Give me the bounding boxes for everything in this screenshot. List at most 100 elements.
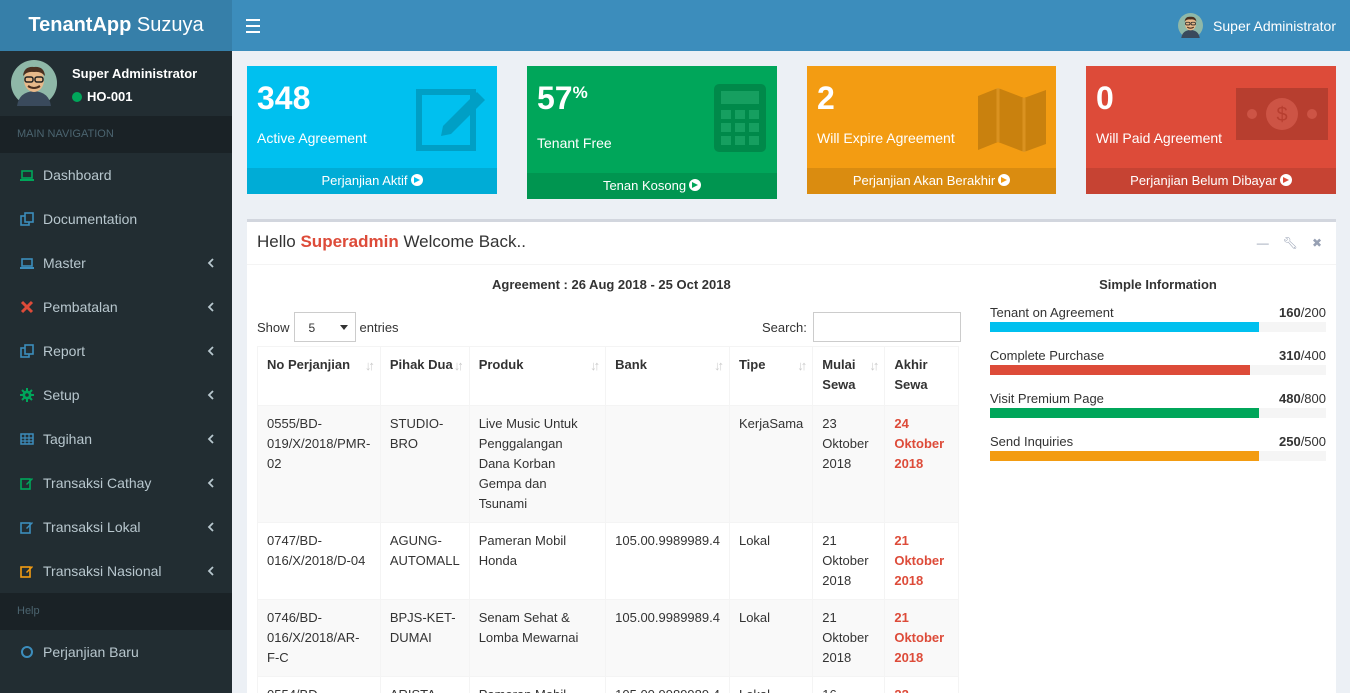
- table-cell: 16: [812, 676, 886, 693]
- sidebar-item-perjanjian-baru[interactable]: Perjanjian Baru: [0, 630, 232, 674]
- progress-group: Complete Purchase 310/400: [990, 348, 1326, 375]
- simple-information: Simple Information Tenant on Agreement 16…: [990, 277, 1326, 477]
- edit-icon: [20, 564, 34, 578]
- sidebar-item-pembatalan[interactable]: Pembatalan: [0, 285, 232, 329]
- column-header-akhir-sewa[interactable]: Akhir Sewa: [884, 346, 959, 406]
- table-row[interactable]: 0746/BD-016/X/2018/AR-F-C BPJS-KET-DUMAI S…: [257, 599, 959, 677]
- column-header-tipe[interactable]: Tipe ↓↑: [728, 346, 814, 406]
- nav-header-main: MAIN NAVIGATION: [0, 116, 232, 153]
- sidebar-item-transaksi-nasional[interactable]: Transaksi Nasional: [0, 549, 232, 593]
- laptop-icon: [20, 256, 34, 270]
- progress-fill: [990, 408, 1259, 418]
- sidebar-help-menu: Perjanjian Baru: [0, 630, 232, 674]
- sidebar-item-setup[interactable]: Setup: [0, 373, 232, 417]
- info-box-label: Tenant Free: [537, 135, 612, 151]
- sidebar-item-master[interactable]: Master: [0, 241, 232, 285]
- simple-info-title: Simple Information: [1099, 277, 1217, 292]
- brand-logo[interactable]: TenantApp Suzuya: [0, 0, 232, 51]
- column-header-pihak-dua[interactable]: Pihak Dua ↓↑: [379, 346, 470, 406]
- table-cell: Senam Sehat & Lomba Mewarnai: [468, 599, 607, 677]
- navbar-user-menu[interactable]: Super Administrator: [1178, 13, 1336, 38]
- progress-label: Send Inquiries: [990, 434, 1074, 449]
- entries-select[interactable]: 5: [293, 312, 356, 342]
- chevron-left-icon: [207, 389, 214, 403]
- avatar: [1178, 13, 1204, 38]
- info-box-more-link[interactable]: Perjanjian Belum Dibayar: [1086, 168, 1336, 194]
- table-row[interactable]: 0747/BD-016/X/2018/D-04 AGUNG-AUTOMALL Pam…: [257, 522, 959, 600]
- column-header-no-perjanjian[interactable]: No Perjanjian ↓↑: [257, 346, 381, 406]
- info-box-label: Will Expire Agreement: [817, 130, 955, 146]
- progress-label: Tenant on Agreement: [990, 305, 1114, 320]
- user-code: HO-001: [87, 89, 133, 104]
- clone-icon: [20, 212, 34, 226]
- sidebar-item-documentation[interactable]: Documentation: [0, 197, 232, 241]
- column-header-label: Tipe: [738, 357, 766, 372]
- top-navbar: Super Administrator: [232, 0, 1350, 51]
- info-box-more-link[interactable]: Tenan Kosong: [527, 173, 777, 199]
- table-icon: [20, 432, 34, 446]
- info-box-value: 57: [537, 80, 573, 116]
- table-row[interactable]: 0555/BD-019/X/2018/PMR-02 STUDIO-BRO Live …: [257, 405, 959, 523]
- close-icon[interactable]: ✖: [1312, 236, 1322, 250]
- sidebar-item-report[interactable]: Report: [0, 329, 232, 373]
- sidebar-item-transaksi-lokal[interactable]: Transaksi Lokal: [0, 505, 232, 549]
- sidebar-item-label: Pembatalan: [43, 299, 118, 315]
- column-header-label: Produk: [478, 357, 524, 372]
- welcome-suffix: Welcome Back..: [398, 232, 526, 251]
- sidebar-item-dashboard[interactable]: Dashboard: [0, 153, 232, 197]
- sidebar-item-tagihan[interactable]: Tagihan: [0, 417, 232, 461]
- info-box-will-expire-agreement: 2 Will Expire Agreement Perjanjian Akan Be…: [807, 66, 1056, 194]
- info-box-number: 0: [1096, 80, 1114, 117]
- info-box-more-link[interactable]: Perjanjian Akan Berakhir: [807, 168, 1056, 194]
- welcome-title: Hello Superadmin Welcome Back..: [257, 232, 526, 252]
- sort-icon: ↓↑: [713, 358, 724, 373]
- search-label: Search:: [762, 319, 807, 335]
- info-box-value: 0: [1096, 80, 1114, 116]
- sidebar-item-label: Transaksi Lokal: [43, 519, 141, 535]
- money-icon: $: [1236, 88, 1328, 143]
- sidebar-item-transaksi-cathay[interactable]: Transaksi Cathay: [0, 461, 232, 505]
- column-header-label: Pihak Dua: [389, 357, 453, 372]
- sort-icon: ↓↑: [590, 358, 600, 373]
- table-cell: 105.00.9989989.4: [605, 599, 730, 677]
- table-cell: ARISTA-: [379, 676, 470, 693]
- progress-total: /500: [1300, 434, 1326, 449]
- column-header-label: Bank: [615, 357, 647, 372]
- info-box-label: Active Agreement: [257, 130, 367, 146]
- table-cell: Pameran Mobil: [468, 676, 607, 693]
- progress-row: Send Inquiries 250/500: [990, 434, 1326, 449]
- table-cell: Pameran Mobil Honda: [468, 522, 607, 600]
- laptop-icon: [20, 168, 34, 182]
- entries-value: 5: [308, 321, 316, 335]
- user-status: HO-001: [72, 89, 133, 104]
- table-cell: AGUNG-AUTOMALL: [379, 522, 470, 600]
- table-row[interactable]: 0554/BD-ARISTA-Pameran Mobil105.00.99899…: [257, 676, 959, 693]
- table-cell: 105.00.9989989.4: [605, 676, 730, 693]
- nav-header-help: Help: [0, 593, 232, 630]
- search-input[interactable]: [812, 312, 961, 342]
- column-header-mulai-sewa[interactable]: Mulai Sewa ↓↑: [812, 346, 886, 406]
- table-cell: BPJS-KET-DUMAI: [379, 599, 470, 677]
- table-cell: 0746/BD-016/X/2018/AR-F-C: [257, 599, 381, 677]
- agreement-table: No Perjanjian ↓↑ Pihak Dua ↓↑ Produk ↓↑ Bank ↓↑…: [257, 346, 959, 693]
- sidebar-item-label: Documentation: [43, 211, 138, 227]
- sidebar-item-label: Master: [43, 255, 86, 271]
- column-header-label: Mulai Sewa: [822, 357, 856, 392]
- progress-number: 160: [1278, 305, 1301, 320]
- minimize-icon[interactable]: —: [1257, 236, 1269, 250]
- column-header-bank[interactable]: Bank ↓↑: [605, 346, 730, 406]
- progress-group: Visit Premium Page 480/800: [990, 391, 1326, 418]
- progress-row: Visit Premium Page 480/800: [990, 391, 1326, 406]
- show-label: Show: [257, 319, 290, 335]
- table-cell: KerjaSama: [728, 405, 814, 523]
- wrench-icon[interactable]: 🔧︎: [1283, 236, 1298, 250]
- table-cell: 21 Oktober 2018: [884, 522, 959, 600]
- table-cell: 0747/BD-016/X/2018/D-04: [257, 522, 381, 600]
- info-box-will-paid-agreement: 0 Will Paid Agreement $ Perjanjian Belum Di…: [1086, 66, 1336, 194]
- sort-icon: ↓↑: [797, 358, 807, 373]
- sidebar-toggle-icon[interactable]: [246, 15, 260, 35]
- box-header: Hello Superadmin Welcome Back.. — 🔧︎ ✖: [247, 222, 1336, 265]
- sidebar-item-label: Perjanjian Baru: [43, 644, 139, 660]
- info-box-more-link[interactable]: Perjanjian Aktif: [247, 168, 497, 194]
- column-header-produk[interactable]: Produk ↓↑: [468, 346, 607, 406]
